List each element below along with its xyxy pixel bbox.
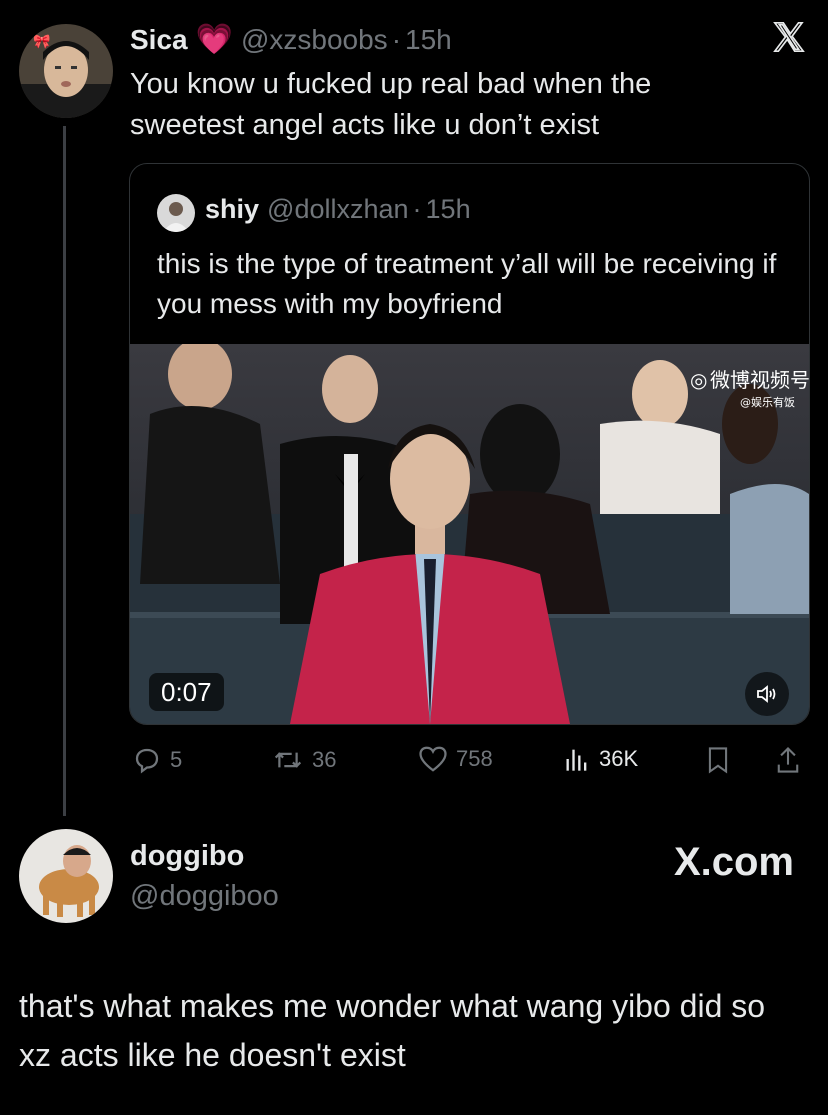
watermark-text: 微博视频号 <box>710 368 809 392</box>
reply-action[interactable]: 5 <box>132 745 182 775</box>
views-icon <box>566 749 587 771</box>
quote-author-handle[interactable]: @dollxzhan <box>267 194 409 225</box>
views-action[interactable]: 36K <box>563 745 638 773</box>
tweet-text: You know u fucked up real bad when the s… <box>130 68 652 141</box>
author-handle[interactable]: @xzsboobs <box>241 24 388 56</box>
reply-author-avatar[interactable] <box>19 829 113 923</box>
reply-count: 5 <box>170 747 183 772</box>
quote-author-avatar[interactable] <box>157 194 195 232</box>
repost-action[interactable]: 36 <box>272 745 336 775</box>
x-com-brand: X.com <box>674 840 794 885</box>
thread-line <box>63 126 66 816</box>
x-com-text: X.com <box>673 840 794 884</box>
comment-icon <box>135 748 159 774</box>
share-icon[interactable] <box>774 745 802 775</box>
quote-time[interactable]: 15h <box>426 194 471 225</box>
author-name[interactable]: Sica <box>130 24 188 56</box>
speaker-icon[interactable] <box>745 672 789 716</box>
quote-author-name[interactable]: shiy <box>205 194 259 225</box>
video-duration: 0:07 <box>149 673 224 711</box>
like-count: 758 <box>456 746 493 771</box>
video-player[interactable]: ◎ 微博视频号 @娱乐有饭 0:07 <box>130 344 809 724</box>
tweet-time[interactable]: 15h <box>405 24 452 56</box>
heart-emoji: 💗 <box>195 23 233 56</box>
x-logo-icon[interactable] <box>772 20 806 59</box>
quote-tweet-card[interactable]: shiy @dollxzhan · 15h this is the type o… <box>129 163 810 725</box>
svg-text:🎀: 🎀 <box>33 33 50 49</box>
repost-count: 36 <box>312 747 337 772</box>
repost-icon <box>274 752 302 768</box>
video-frame: ◎ 微博视频号 @娱乐有饭 <box>130 344 809 724</box>
like-action[interactable]: 758 <box>418 745 493 773</box>
watermark-sub: @娱乐有饭 <box>740 395 795 409</box>
author-avatar[interactable]: 🎀 <box>19 24 113 118</box>
heart-icon <box>419 746 447 772</box>
reply-author-name[interactable]: doggibo <box>130 840 244 873</box>
bookmark-icon[interactable] <box>704 745 732 775</box>
reply-text: that's what makes me wonder what wang yi… <box>19 988 766 1073</box>
quote-text: this is the type of treatment y’all will… <box>157 248 777 319</box>
video-watermark: ◎ <box>690 368 707 392</box>
view-count: 36K <box>599 746 639 771</box>
reply-author-handle[interactable]: @doggiboo <box>130 880 279 913</box>
